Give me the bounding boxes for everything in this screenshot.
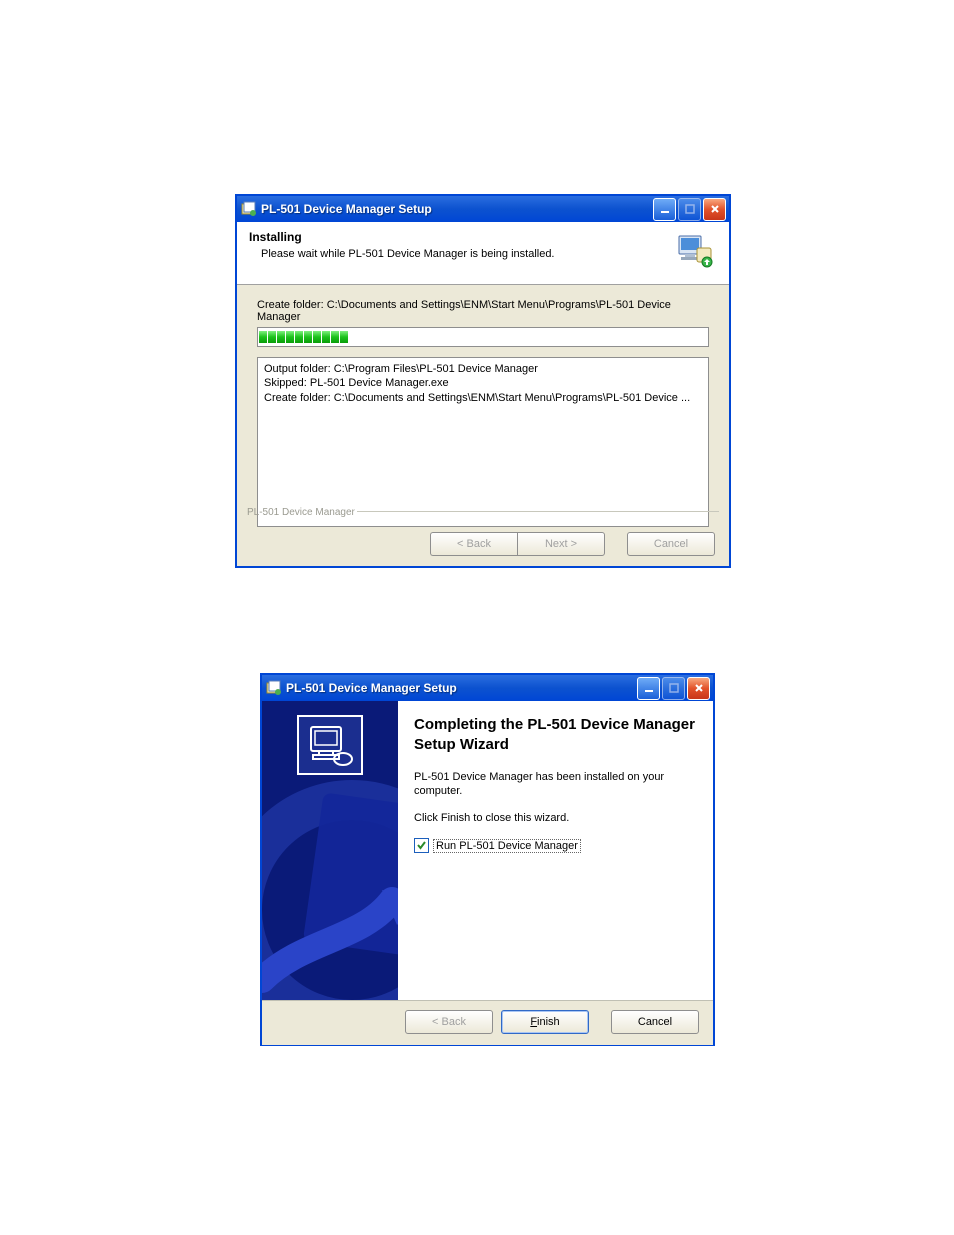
footer-brand: PL-501 Device Manager <box>247 507 355 518</box>
titlebar[interactable]: PL-501 Device Manager Setup <box>262 675 713 701</box>
cancel-button: Cancel <box>627 532 715 556</box>
back-button: < Back <box>430 532 517 556</box>
maximize-button <box>678 198 701 221</box>
button-row: < Back Finish Cancel <box>405 1010 699 1034</box>
wizard-computer-icon <box>297 715 363 775</box>
computer-install-icon <box>675 230 715 270</box>
status-line: Create folder: C:\Documents and Settings… <box>257 299 709 323</box>
wizard-main-panel: Completing the PL-501 Device Manager Set… <box>398 701 713 1000</box>
install-body: Create folder: C:\Documents and Settings… <box>237 285 729 531</box>
progress-block <box>286 331 294 343</box>
progress-block <box>277 331 285 343</box>
log-line: Output folder: C:\Program Files\PL-501 D… <box>264 362 702 376</box>
progress-block <box>322 331 330 343</box>
wizard-text-2: Click Finish to close this wizard. <box>414 811 697 826</box>
window-title: PL-501 Device Manager Setup <box>286 681 637 695</box>
minimize-button[interactable] <box>637 677 660 700</box>
progress-block <box>313 331 321 343</box>
finish-underline: F <box>530 1016 537 1028</box>
header-title: Installing <box>249 230 717 244</box>
window-title: PL-501 Device Manager Setup <box>261 202 653 216</box>
back-button: < Back <box>405 1010 493 1034</box>
side-decor <box>262 780 398 1000</box>
progress-block <box>331 331 339 343</box>
wizard-body: Completing the PL-501 Device Manager Set… <box>262 701 713 1000</box>
progress-block <box>295 331 303 343</box>
close-button[interactable] <box>703 198 726 221</box>
installer-window-complete: PL-501 Device Manager Setup <box>261 674 714 1045</box>
log-line: Create folder: C:\Documents and Settings… <box>264 391 702 405</box>
footer-divider <box>357 511 719 512</box>
header-area: Installing Please wait while PL-501 Devi… <box>237 222 729 285</box>
progress-block <box>259 331 267 343</box>
run-checkbox-row[interactable]: Run PL-501 Device Manager <box>414 838 697 853</box>
wizard-title: Completing the PL-501 Device Manager Set… <box>414 715 697 756</box>
button-row: < Back Next > Cancel <box>430 532 715 556</box>
installer-window-installing: PL-501 Device Manager Setup Installing P… <box>236 195 730 567</box>
run-checkbox[interactable] <box>414 838 429 853</box>
progress-block <box>268 331 276 343</box>
installer-icon <box>266 680 282 696</box>
finish-button[interactable]: Finish <box>501 1010 589 1034</box>
progress-block <box>340 331 348 343</box>
wizard-bottom-bar: < Back Finish Cancel <box>262 1000 713 1045</box>
next-button: Next > <box>517 532 605 556</box>
close-button[interactable] <box>687 677 710 700</box>
finish-rest: inish <box>537 1016 560 1028</box>
installer-icon <box>241 201 257 217</box>
cancel-button[interactable]: Cancel <box>611 1010 699 1034</box>
minimize-button[interactable] <box>653 198 676 221</box>
header-subtitle: Please wait while PL-501 Device Manager … <box>261 248 717 260</box>
install-log: Output folder: C:\Program Files\PL-501 D… <box>257 357 709 527</box>
log-line: Skipped: PL-501 Device Manager.exe <box>264 376 702 390</box>
run-checkbox-label[interactable]: Run PL-501 Device Manager <box>433 839 581 853</box>
wizard-side-panel <box>262 701 398 1000</box>
progress-bar <box>257 327 709 347</box>
titlebar[interactable]: PL-501 Device Manager Setup <box>237 196 729 222</box>
progress-block <box>304 331 312 343</box>
wizard-text-1: PL-501 Device Manager has been installed… <box>414 770 697 800</box>
maximize-button <box>662 677 685 700</box>
